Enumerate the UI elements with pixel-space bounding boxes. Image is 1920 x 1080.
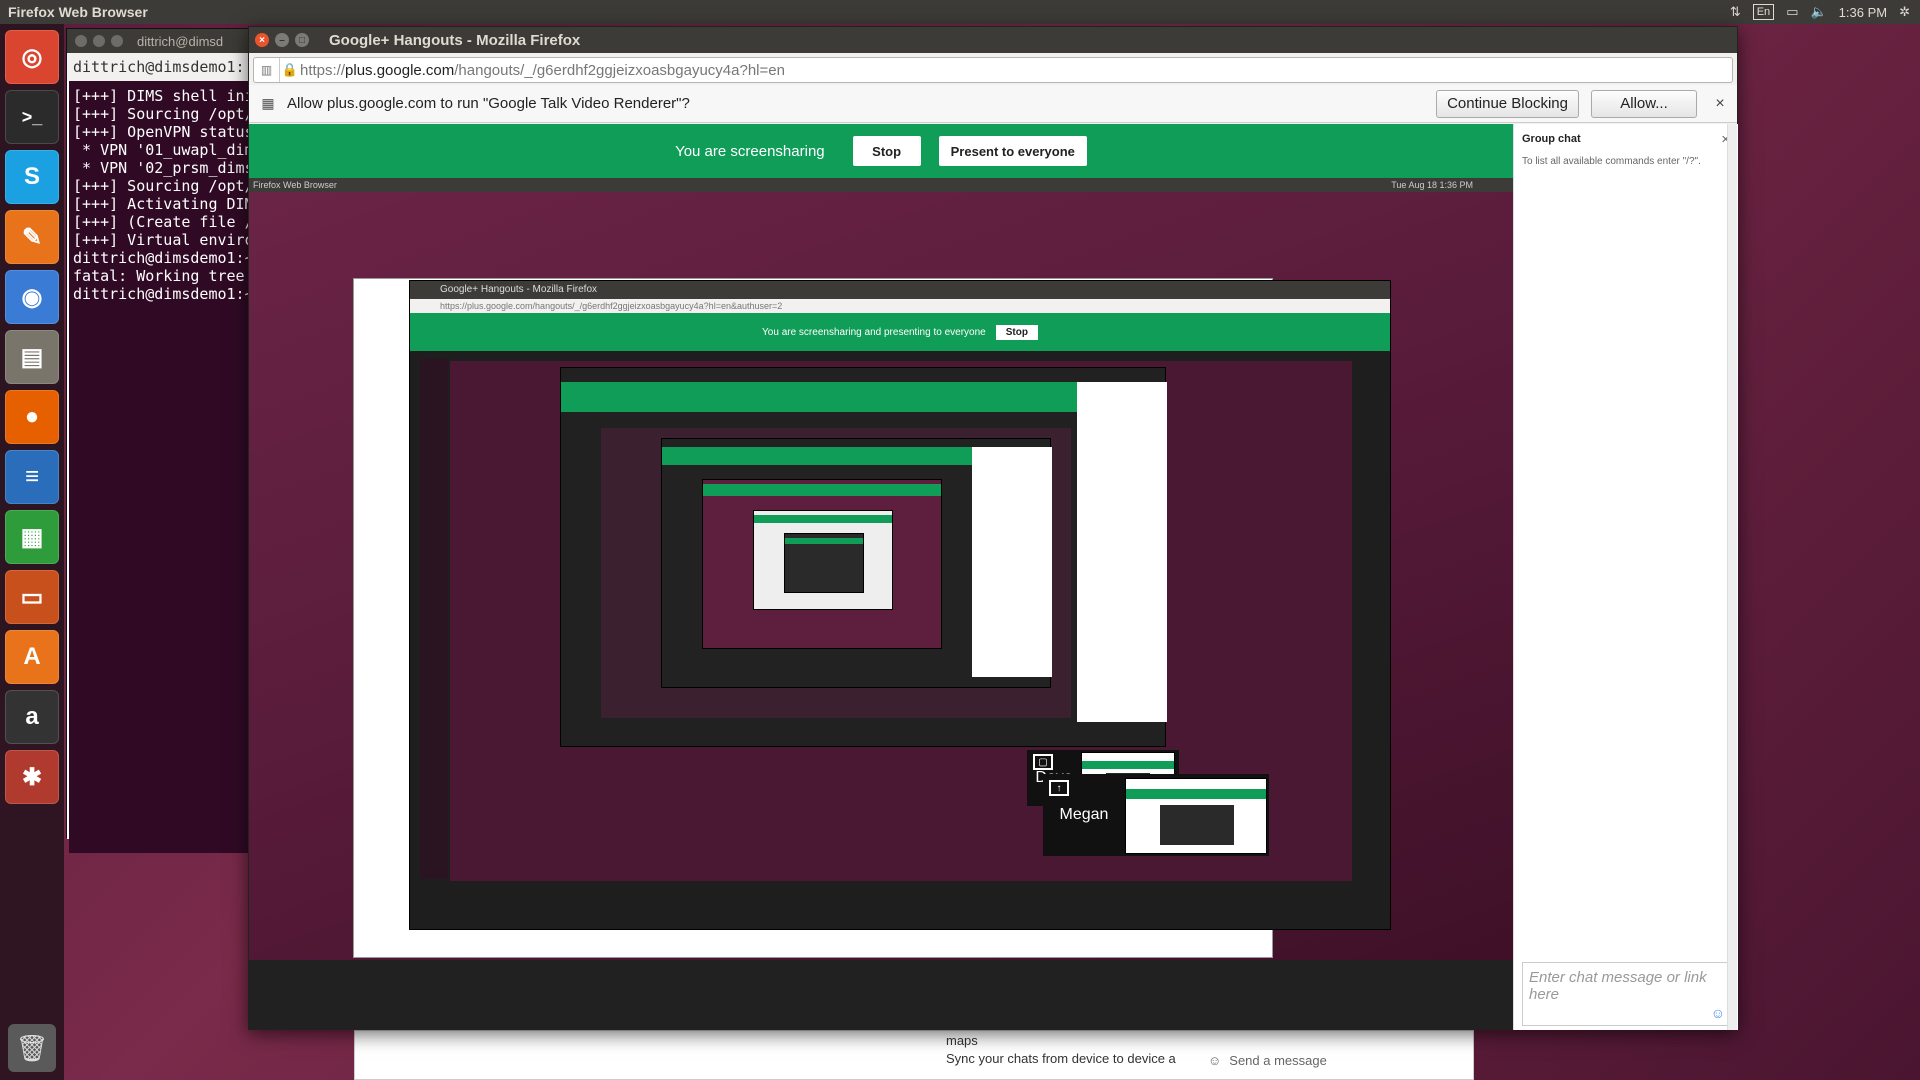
inner-stop-button: Stop xyxy=(995,324,1038,340)
recursive-frame-7 xyxy=(784,533,864,593)
chromium-icon[interactable]: ◉ xyxy=(5,270,59,324)
chat-title: Group chat xyxy=(1522,133,1581,145)
participant-thumbnail xyxy=(1125,778,1267,854)
chat-message-input[interactable]: Enter chat message or link here ☺ xyxy=(1522,962,1732,1026)
maximize-icon[interactable]: □ xyxy=(295,33,309,47)
minimize-icon[interactable]: – xyxy=(275,33,289,47)
url-path: /hangouts/_/g6erdhf2ggjeizxoasbgayucy4a?… xyxy=(454,61,785,79)
continue-blocking-button[interactable]: Continue Blocking xyxy=(1436,89,1579,118)
screenshare-bar: You are screensharing Stop Present to ev… xyxy=(249,124,1513,178)
inner-launcher xyxy=(420,359,448,879)
stop-sharing-button[interactable]: Stop xyxy=(852,136,921,166)
screen-share-icon: ↑ xyxy=(1049,780,1069,796)
emoji-icon: ☺ xyxy=(1208,1052,1222,1068)
inner-window-title: Google+ Hangouts - Mozilla Firefox xyxy=(410,281,1390,299)
plugin-notification-message: Allow plus.google.com to run "Google Tal… xyxy=(287,95,690,112)
background-send-message-label: Send a message xyxy=(1229,1052,1327,1068)
clock[interactable]: 1:36 PM xyxy=(1839,5,1887,20)
top-panel: Firefox Web Browser ⇅ En ▭ 🔈 1:36 PM ✲ xyxy=(0,0,1920,24)
skype-icon[interactable]: S xyxy=(5,150,59,204)
inner-clock: Tue Aug 18 1:36 PM xyxy=(1391,180,1473,190)
firefox-window[interactable]: × – □ Google+ Hangouts - Mozilla Firefox… xyxy=(248,26,1738,1030)
participant-megan[interactable]: ↑ Megan xyxy=(1043,774,1269,856)
plugin-icon: ▦ xyxy=(261,95,275,111)
notification-close-icon[interactable]: × xyxy=(1709,95,1731,113)
background-bullet-2: Sync your chats from device to device a xyxy=(946,1051,1176,1066)
software-center-icon[interactable]: A xyxy=(5,630,59,684)
recursive-frame-3 xyxy=(560,367,1167,747)
files-icon[interactable]: ▤ xyxy=(5,330,59,384)
amazon-icon[interactable]: a xyxy=(5,690,59,744)
firefox-titlebar[interactable]: × – □ Google+ Hangouts - Mozilla Firefox xyxy=(249,27,1737,53)
inner-url: https://plus.google.com/hangouts/_/g6erd… xyxy=(410,299,1390,313)
url-host: plus.google.com xyxy=(345,61,455,79)
main-video: Firefox Web Browser Tue Aug 18 1:36 PM G… xyxy=(249,178,1513,1030)
unity-launcher: ◎ >_ S ✎ ◉ ▤ ● ≡ ▦ ▭ A a ✱ 🗑 xyxy=(0,24,64,1080)
shared-screen-feed: Firefox Web Browser Tue Aug 18 1:36 PM G… xyxy=(249,178,1513,960)
chat-header: Group chat × xyxy=(1514,124,1738,154)
impress-icon[interactable]: ▭ xyxy=(5,570,59,624)
close-icon[interactable] xyxy=(75,35,87,47)
background-send-message[interactable]: ☺ Send a message xyxy=(1208,1045,1473,1075)
close-icon[interactable]: × xyxy=(255,33,269,47)
screenshare-status: You are screensharing xyxy=(675,142,825,160)
keyboard-layout-indicator[interactable]: En xyxy=(1752,4,1775,20)
participant-name: Megan xyxy=(1059,806,1109,823)
url-bar[interactable]: ▥ 🔒 https:// plus.google.com /hangouts/_… xyxy=(253,57,1733,83)
plugin-notification-bar: ▦ Allow plus.google.com to run "Google T… xyxy=(249,85,1737,123)
terminal-icon[interactable]: >_ xyxy=(5,90,59,144)
volume-icon[interactable]: 🔈 xyxy=(1810,4,1826,20)
allow-button[interactable]: Allow... xyxy=(1591,89,1697,118)
recursive-frame-5 xyxy=(702,479,942,649)
background-bullets: maps Sync your chats from device to devi… xyxy=(946,1032,1246,1068)
trash-icon[interactable]: 🗑 xyxy=(8,1024,56,1072)
active-app-title: Firefox Web Browser xyxy=(8,4,148,20)
hangout-area: You are screensharing Stop Present to ev… xyxy=(249,124,1513,1030)
minimize-icon[interactable] xyxy=(93,35,105,47)
inner-screenshare-bar: You are screensharing and presenting to … xyxy=(410,313,1390,351)
inner-topbar-title: Firefox Web Browser xyxy=(253,180,337,190)
gimp-icon[interactable]: ✎ xyxy=(5,210,59,264)
system-settings-icon[interactable]: ✱ xyxy=(5,750,59,804)
terminal-title: dittrich@dimsd xyxy=(137,33,224,49)
recursive-frame-4 xyxy=(661,438,1052,688)
recursive-frame-6 xyxy=(753,510,893,610)
emoji-icon[interactable]: ☺ xyxy=(1711,1005,1725,1021)
network-arrows-icon[interactable]: ⇅ xyxy=(1730,4,1741,20)
page-info-icon[interactable]: ▥ xyxy=(254,58,280,82)
battery-icon[interactable]: ▭ xyxy=(1786,4,1798,20)
present-to-everyone-button[interactable]: Present to everyone xyxy=(938,136,1087,166)
screen-share-icon: ▢ xyxy=(1033,754,1053,770)
writer-icon[interactable]: ≡ xyxy=(5,450,59,504)
maximize-icon[interactable] xyxy=(111,35,123,47)
indicator-area: ⇅ En ▭ 🔈 1:36 PM ✲ xyxy=(1730,4,1920,20)
chat-placeholder: Enter chat message or link here xyxy=(1529,969,1707,1003)
inner-topbar: Firefox Web Browser Tue Aug 18 1:36 PM xyxy=(249,178,1513,192)
url-scheme: https:// xyxy=(300,61,346,79)
lock-icon[interactable]: 🔒 xyxy=(280,62,300,78)
inner-screenshare-status: You are screensharing and presenting to … xyxy=(762,326,986,338)
page-scrollbar[interactable] xyxy=(1727,124,1737,1030)
firefox-icon[interactable]: ● xyxy=(5,390,59,444)
ubuntu-dash-icon[interactable]: ◎ xyxy=(5,30,59,84)
background-bullet-1: maps xyxy=(946,1033,978,1048)
group-chat-panel: Group chat × To list all available comma… xyxy=(1513,124,1738,1030)
calc-icon[interactable]: ▦ xyxy=(5,510,59,564)
chat-help-text: To list all available commands enter "/?… xyxy=(1522,156,1701,167)
gear-icon[interactable]: ✲ xyxy=(1899,4,1910,20)
window-title: Google+ Hangouts - Mozilla Firefox xyxy=(329,31,581,49)
